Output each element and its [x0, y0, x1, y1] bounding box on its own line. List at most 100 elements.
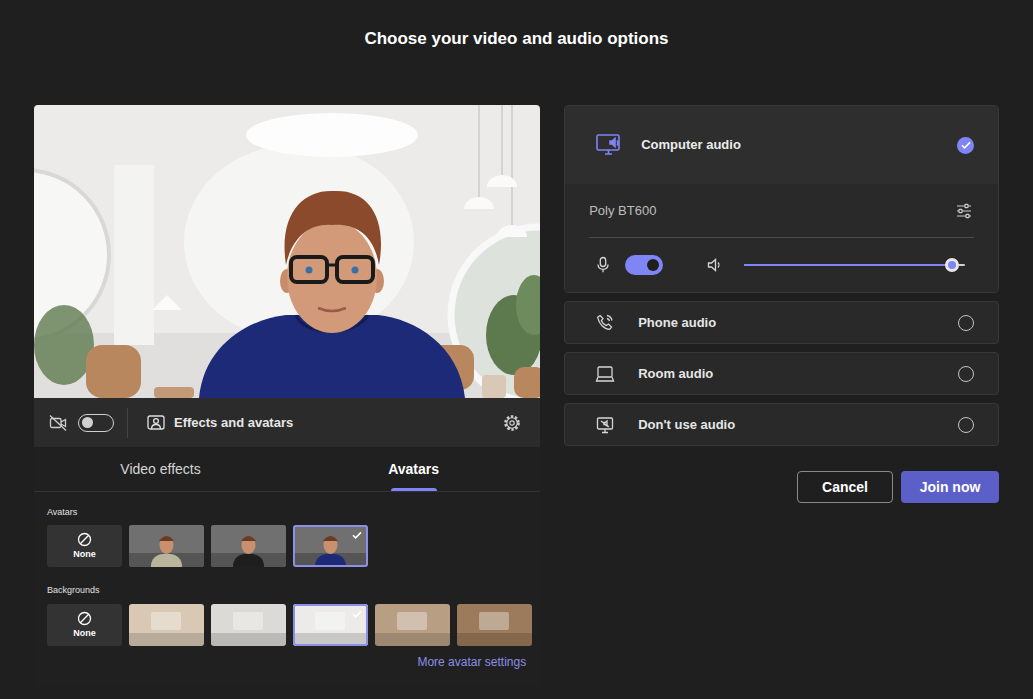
avatar-art [293, 525, 368, 567]
none-audio-icon [595, 415, 615, 435]
effects-button[interactable]: Effects and avatars [146, 413, 293, 433]
microphone-icon [595, 256, 611, 274]
button-label: Cancel [822, 477, 868, 498]
picker-tile[interactable] [129, 525, 204, 567]
option-label: Room audio [638, 364, 713, 384]
content: Effects and avatarsVideo effectsAvatarsA… [0, 76, 1033, 686]
audio-option[interactable]: Computer audio [565, 106, 998, 184]
effects-label: Effects and avatars [174, 413, 293, 433]
section-label: Avatars [47, 506, 527, 518]
avatar-picker: Avatars None Backgrounds None More avatar se… [34, 492, 540, 686]
audio-option[interactable]: Don't use audio [564, 403, 999, 446]
section-label: Backgrounds [47, 584, 527, 596]
radio-button[interactable] [958, 417, 974, 433]
option-label: Phone audio [638, 313, 716, 333]
volume-slider[interactable] [744, 257, 965, 273]
device-settings-button[interactable] [954, 201, 974, 221]
avatar-shirt [151, 554, 182, 567]
gear-icon [502, 413, 522, 433]
video-panel: Effects and avatarsVideo effectsAvatarsA… [34, 105, 540, 686]
link-row: More avatar settings [47, 655, 527, 669]
device-name: Poly BT600 [589, 201, 656, 221]
selected-check[interactable] [957, 137, 974, 154]
audio-option[interactable]: Phone audio [564, 301, 999, 344]
cancel-button[interactable]: Cancel [797, 471, 893, 503]
scene-floor [129, 633, 204, 646]
scene-window [397, 612, 427, 630]
radio-button[interactable] [958, 315, 974, 331]
avatar-list: None [47, 525, 527, 567]
option-label: Don't use audio [638, 415, 735, 435]
camera-toggle-wrap [78, 414, 114, 432]
check-icon [960, 139, 972, 151]
computer-audio-icon [595, 131, 623, 159]
camera-toggle[interactable] [78, 414, 114, 432]
picker-tile[interactable] [293, 525, 368, 567]
join-now-button[interactable]: Join now [901, 471, 999, 503]
mic-toggle[interactable] [625, 255, 663, 275]
scene-window [479, 612, 509, 630]
computer-audio-card: Computer audio Poly BT600 [564, 105, 999, 293]
scene-window [315, 612, 345, 630]
settings-button[interactable] [502, 413, 522, 433]
video-preview [34, 105, 540, 398]
button-row: Cancel Join now [564, 471, 999, 503]
none-tile-art: None [47, 525, 122, 567]
none-icon [77, 532, 92, 547]
page-title: Choose your video and audio options [364, 24, 668, 52]
check-icon [351, 608, 363, 620]
device-row: Poly BT600 [589, 184, 974, 238]
scene-art [293, 604, 368, 646]
computer-audio-settings: Poly BT600 [565, 184, 998, 292]
volume-track [744, 264, 965, 266]
picker-tile[interactable] [293, 604, 368, 646]
speaker-icon [706, 256, 724, 274]
picker-tile[interactable] [375, 604, 450, 646]
controls-row [589, 238, 974, 292]
room-audio-icon [595, 364, 615, 384]
selected-outline [293, 525, 368, 567]
scene-art [457, 604, 532, 646]
tile-label: None [73, 628, 96, 639]
effects-tab[interactable]: Avatars [287, 447, 540, 491]
audio-option[interactable]: Room audio [564, 352, 999, 395]
scene-floor [457, 633, 532, 646]
check-icon [351, 529, 363, 541]
none-tile-art: None [47, 604, 122, 646]
picker-tile[interactable]: None [47, 525, 122, 567]
audio-panel: Computer audio Poly BT600 Phone audio Room … [564, 105, 999, 503]
picker-tile[interactable] [129, 604, 204, 646]
scene-art [211, 604, 286, 646]
option-label: Computer audio [641, 135, 741, 155]
button-label: Join now [920, 477, 981, 498]
toggle-knob [647, 259, 659, 271]
divider [127, 408, 128, 438]
avatar-shirt [233, 554, 264, 567]
avatar-art [211, 525, 286, 567]
scene-window [233, 612, 263, 630]
picker-tile[interactable] [211, 525, 286, 567]
effects-tabs: Video effects Avatars [34, 447, 540, 492]
scene-window [151, 612, 181, 630]
tab-label: Avatars [388, 459, 439, 480]
more-avatar-settings-link[interactable]: More avatar settings [417, 655, 526, 669]
effects-icon [146, 413, 166, 433]
volume-fill [744, 264, 952, 266]
header: Choose your video and audio options [0, 0, 1033, 76]
tab-underline [391, 488, 437, 491]
scene-art [129, 604, 204, 646]
volume-thumb[interactable] [945, 258, 959, 272]
toggle-knob [82, 417, 93, 428]
picker-tile[interactable]: None [47, 604, 122, 646]
picker-tile[interactable] [457, 604, 532, 646]
scene-floor [375, 633, 450, 646]
avatar-art [129, 525, 204, 567]
none-icon [77, 611, 92, 626]
selected-outline [293, 604, 368, 646]
tile-label: None [73, 549, 96, 560]
scene-floor [211, 633, 286, 646]
tab-label: Video effects [120, 459, 200, 480]
effects-tab[interactable]: Video effects [34, 447, 287, 491]
picker-tile[interactable] [211, 604, 286, 646]
radio-button[interactable] [958, 366, 974, 382]
